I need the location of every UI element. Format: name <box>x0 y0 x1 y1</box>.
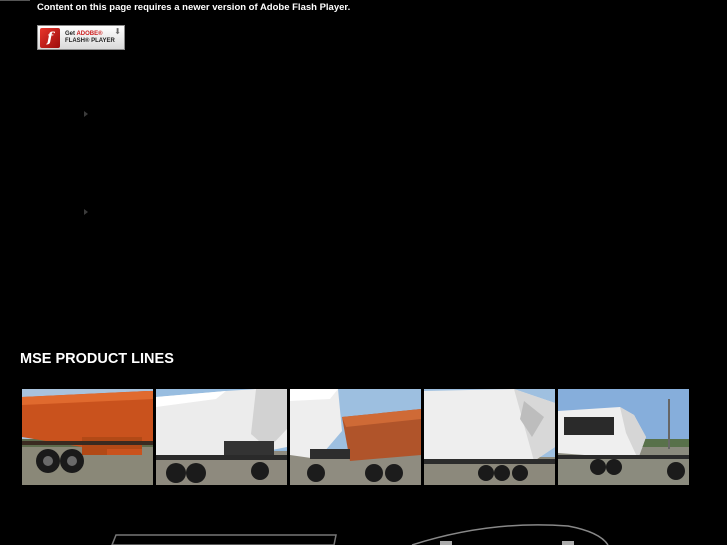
product-thumb-white-orange-combo[interactable] <box>290 389 421 485</box>
product-thumb-orange-spreader[interactable] <box>22 389 153 485</box>
slideshow-next-arrow-icon[interactable] <box>84 209 88 215</box>
download-arrow-icon: ⬇ <box>114 27 121 36</box>
white-belly-dump-image <box>156 389 287 485</box>
bottom-decoration <box>111 524 609 545</box>
slideshow-prev-arrow-icon[interactable] <box>84 111 88 117</box>
get-flash-player-button[interactable]: f Get ADOBE® FLASH® PLAYER ⬇ <box>37 25 125 50</box>
flash-upgrade-notice: Content on this page requires a newer ve… <box>37 2 351 13</box>
flash-logo-icon: f <box>40 28 60 48</box>
product-lines-heading: MSE PRODUCT LINES <box>20 351 174 367</box>
product-thumb-white-side-dump[interactable] <box>424 389 555 485</box>
product-thumb-white-belly-dump[interactable] <box>156 389 287 485</box>
product-thumb-white-chassis-dump[interactable] <box>558 389 689 485</box>
top-rule <box>0 0 30 1</box>
flash-badge-adobe: ADOBE® <box>76 31 103 37</box>
flash-badge-text: Get ADOBE® FLASH® PLAYER <box>65 31 115 45</box>
orange-spreader-image <box>22 389 153 485</box>
white-side-dump-image <box>424 389 555 485</box>
white-chassis-dump-image <box>558 389 689 485</box>
flash-badge-product: FLASH® PLAYER <box>65 38 115 44</box>
flash-badge-get: Get <box>65 31 76 37</box>
white-orange-combo-image <box>290 389 421 485</box>
